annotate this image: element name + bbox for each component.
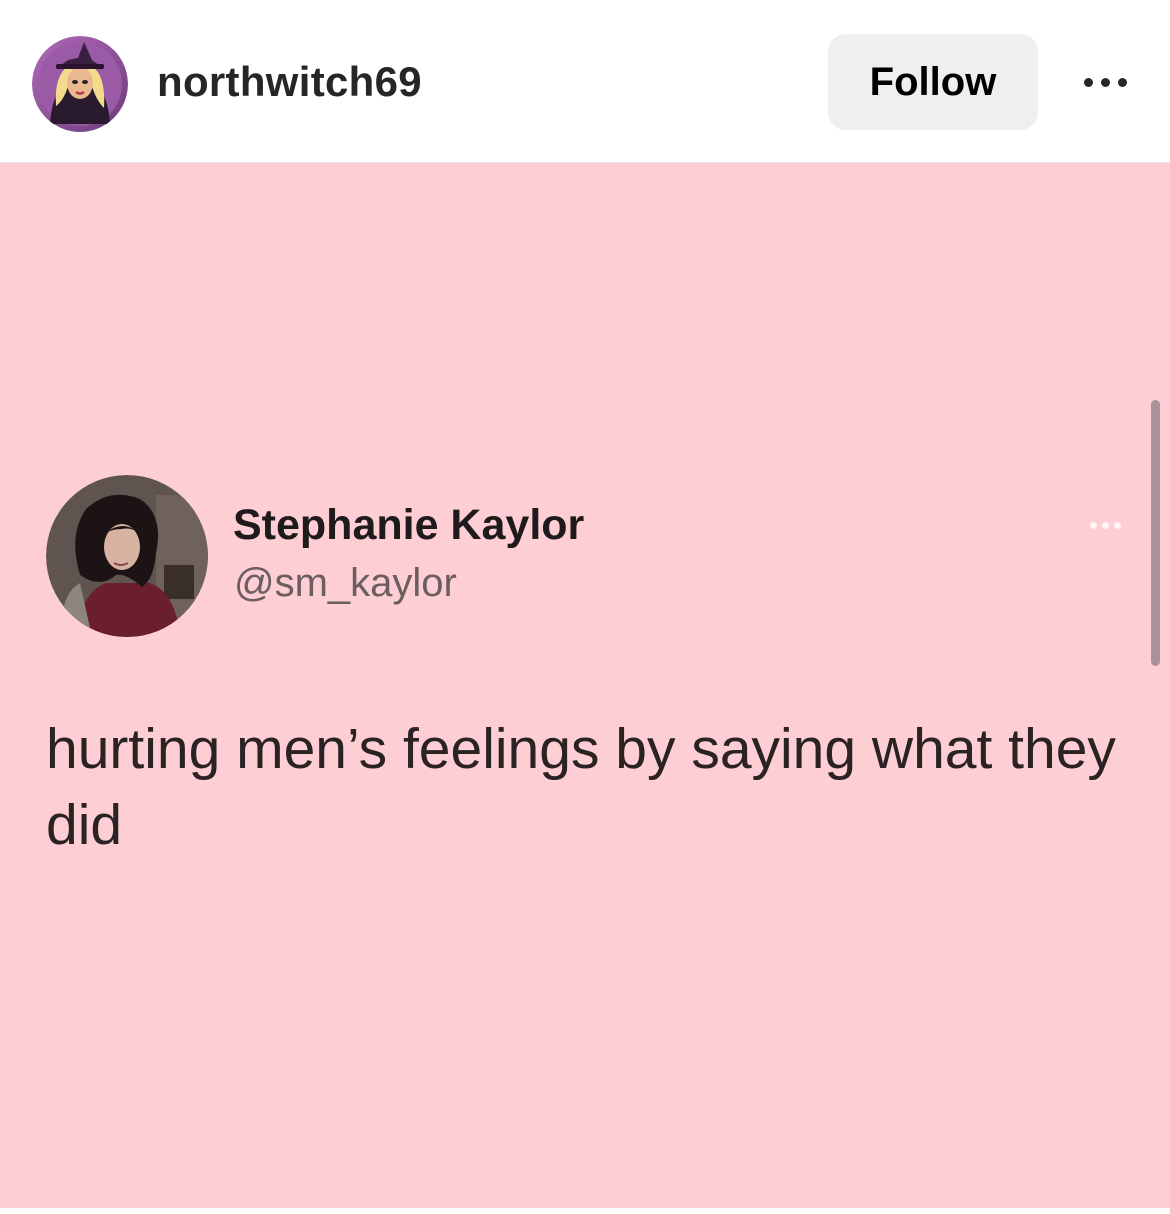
dot-icon [1083, 77, 1093, 87]
tweet-author-name: Stephanie Kaylor [233, 501, 585, 549]
dot-icon [1114, 521, 1121, 529]
witch-avatar-illustration [32, 36, 128, 132]
dot-icon [1102, 521, 1109, 529]
tweet-author-handle: @sm_kaylor [234, 561, 457, 605]
dot-icon [1100, 77, 1110, 87]
tweet-text: hurting men’s feelings by saying what th… [46, 717, 1116, 857]
divider [0, 1208, 1170, 1214]
more-options-icon[interactable] [1070, 62, 1140, 102]
tweet-author-avatar [46, 475, 208, 637]
scrollbar-thumb[interactable] [1151, 400, 1160, 666]
username[interactable]: northwitch69 [157, 58, 422, 106]
profile-avatar[interactable] [32, 36, 128, 132]
follow-button[interactable]: Follow [828, 34, 1038, 130]
post-header: northwitch69 Follow [0, 0, 1170, 163]
post-image[interactable]: Stephanie Kaylor @sm_kaylor hurting men’… [0, 163, 1170, 1208]
dot-icon [1117, 77, 1127, 87]
author-photo [46, 475, 208, 637]
dot-icon [1090, 521, 1097, 529]
tweet-more-icon [1090, 519, 1130, 531]
